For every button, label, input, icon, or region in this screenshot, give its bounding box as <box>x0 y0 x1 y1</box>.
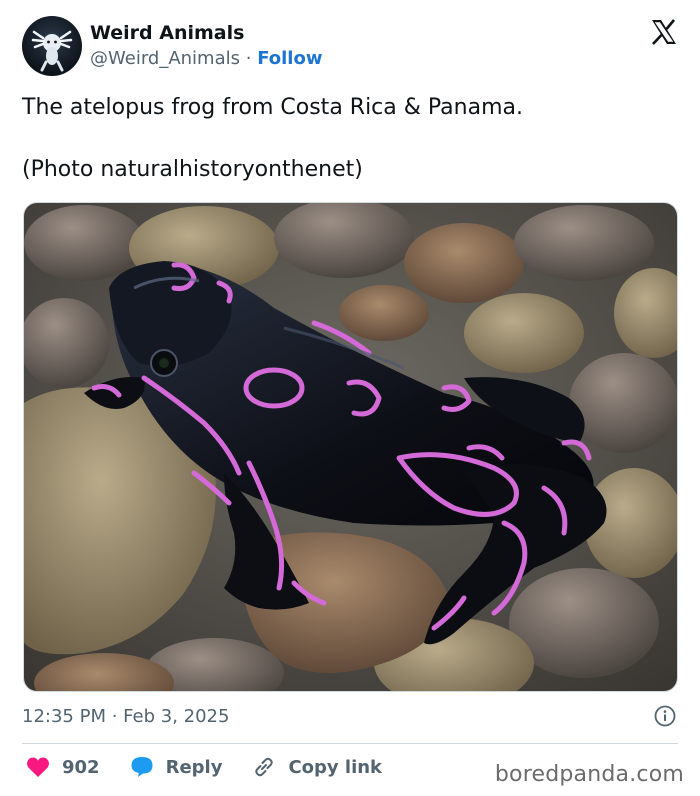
reply-label: Reply <box>165 756 223 778</box>
divider <box>22 743 678 744</box>
x-logo-icon[interactable] <box>650 18 678 46</box>
follow-button[interactable]: Follow <box>257 48 322 69</box>
tweet-header: Weird Animals @Weird_Animals · Follow <box>22 16 322 76</box>
tweet-card: Weird Animals @Weird_Animals · Follow Th… <box>0 0 700 796</box>
handle-row: @Weird_Animals · Follow <box>90 48 322 71</box>
avatar[interactable] <box>22 16 82 76</box>
reply-button[interactable]: Reply <box>130 756 223 778</box>
author-names: Weird Animals @Weird_Animals · Follow <box>90 22 322 70</box>
tweet-text-line: The atelopus frog from Costa Rica & Pana… <box>22 95 523 120</box>
handle[interactable]: @Weird_Animals <box>90 48 240 69</box>
tweet-text-credit: (Photo naturalhistoryonthenet) <box>22 157 363 182</box>
reply-bubble-icon <box>131 757 153 777</box>
timestamp[interactable]: 12:35 PM · Feb 3, 2025 <box>22 706 229 727</box>
display-name[interactable]: Weird Animals <box>90 22 322 46</box>
tweet-photo[interactable] <box>23 202 678 692</box>
separator: · <box>245 47 252 69</box>
heart-icon <box>27 757 49 777</box>
frog-photo-image <box>24 203 677 691</box>
copy-link-label: Copy link <box>288 756 383 778</box>
like-count: 902 <box>62 756 100 778</box>
info-icon[interactable] <box>654 705 676 727</box>
action-bar: 902 Reply Copy link <box>26 756 412 778</box>
link-icon <box>255 757 274 777</box>
tweet-text: The atelopus frog from Costa Rica & Pana… <box>22 92 678 186</box>
like-button[interactable]: 902 <box>26 756 100 778</box>
axolotl-avatar-icon <box>31 30 73 72</box>
watermark: boredpanda.com <box>494 762 684 787</box>
copy-link-button[interactable]: Copy link <box>252 756 382 778</box>
